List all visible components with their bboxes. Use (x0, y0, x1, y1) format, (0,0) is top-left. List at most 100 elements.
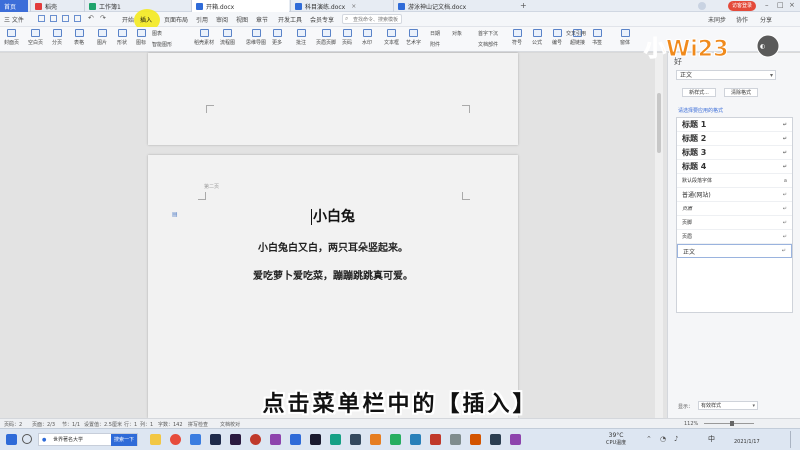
app-icon[interactable] (470, 434, 481, 445)
picture-button[interactable]: 图片 (97, 29, 107, 46)
cpu-temp-widget[interactable]: 39°C CPU温度 (606, 432, 626, 446)
page-number-button[interactable]: 页码 (342, 29, 352, 46)
style-header[interactable]: 页眉 ↵ (677, 230, 792, 244)
command-search-box[interactable]: ⌕ 查找命令、搜索模板 (342, 14, 402, 24)
style-heading-2[interactable]: 标题 2 ↵ (677, 132, 792, 146)
share-button[interactable]: 分享 (760, 15, 772, 24)
zoom-slider-thumb[interactable] (730, 421, 734, 426)
style-list[interactable]: 标题 1 ↵ 标题 2 ↵ 标题 3 ↵ 标题 4 ↵ 默认段落字体 a 普通(网站) ↵ … (676, 117, 793, 313)
media-player-icon[interactable] (250, 434, 261, 445)
status-section[interactable]: 节：1/1 (62, 421, 80, 428)
document-line-1[interactable]: 小白兔白又白，两只耳朵竖起来。 (148, 239, 518, 254)
collaborate-button[interactable]: 协作 (736, 15, 748, 24)
task-view-icon[interactable] (22, 434, 32, 444)
clear-format-button[interactable]: 清除格式 (724, 88, 758, 97)
app-icon[interactable] (430, 434, 441, 445)
file-menu[interactable]: 三 文件 (4, 15, 24, 24)
document-title[interactable]: 小白兔 (148, 206, 518, 226)
smart-art-button[interactable]: 智能图形 (152, 41, 172, 48)
menu-view[interactable]: 视图 (236, 15, 248, 24)
preview-icon[interactable] (74, 15, 81, 22)
numbering-button[interactable]: 编号 (552, 29, 562, 46)
premiere-icon[interactable] (230, 434, 241, 445)
blank-page-button[interactable]: 空白页 (28, 29, 43, 46)
status-row[interactable]: 行：1 (124, 421, 137, 428)
menu-review[interactable]: 审阅 (216, 15, 228, 24)
tab-subject-doc[interactable]: 科目演练.docx × (290, 0, 392, 12)
attachment-button[interactable]: 附件 (430, 41, 440, 48)
save-icon[interactable] (38, 15, 45, 22)
taskbar-search-button[interactable]: 搜索一下 (110, 434, 137, 446)
style-footer[interactable]: 页脚 ↵ (677, 216, 792, 230)
status-column[interactable]: 列：1 (140, 421, 153, 428)
doc-parts-button[interactable]: 文档部件 (478, 41, 498, 48)
cross-reference-button[interactable]: 交叉引用 (566, 30, 586, 37)
sync-status[interactable]: 未同步 (708, 15, 726, 24)
tab-docer[interactable]: 稻壳 (30, 0, 82, 12)
menu-page-layout[interactable]: 页面布局 (164, 15, 188, 24)
undo-icon[interactable]: ↶ (88, 14, 94, 22)
comment-button[interactable]: 批注 (296, 29, 306, 46)
app-icon[interactable] (510, 434, 521, 445)
current-style-select[interactable]: 正文 ▾ (676, 70, 776, 80)
app-icon[interactable] (410, 434, 421, 445)
start-button[interactable] (6, 434, 17, 445)
close-window-button[interactable]: × (789, 1, 795, 9)
show-desktop-button[interactable] (790, 431, 796, 448)
chrome-icon[interactable] (170, 434, 181, 445)
menu-section[interactable]: 章节 (256, 15, 268, 24)
style-default-font[interactable]: 默认段落字体 a (677, 174, 792, 188)
after-effects-icon[interactable] (270, 434, 281, 445)
status-word-count[interactable]: 字数：142 (158, 421, 183, 428)
style-normal-web[interactable]: 普通(网站) ↵ (677, 188, 792, 202)
scrollbar-thumb[interactable] (657, 93, 661, 153)
document-line-2[interactable]: 爱吃萝卜爱吃菜，蹦蹦跳跳真可爱。 (148, 267, 518, 282)
menu-developer[interactable]: 开发工具 (278, 15, 302, 24)
print-icon[interactable] (62, 15, 69, 22)
skin-icon[interactable] (698, 2, 706, 10)
chart-button[interactable]: 图表 (152, 30, 162, 37)
status-page-number[interactable]: 页码：2 (4, 421, 22, 428)
redo-icon[interactable]: ↷ (100, 14, 106, 22)
style-heading-1[interactable]: 标题 1 ↵ (677, 118, 792, 132)
style-heading-4[interactable]: 标题 4 ↵ (677, 160, 792, 174)
photoshop-icon[interactable] (210, 434, 221, 445)
document-canvas[interactable]: 第二页 ▤ 小白兔 小白兔白又白，两只耳朵竖起来。 爱吃萝卜爱吃菜，蹦蹦跳跳真可… (0, 53, 667, 418)
mind-map-button[interactable]: 思维导图 (246, 29, 266, 46)
watermark-button[interactable]: 水印 (362, 29, 372, 46)
wechat-icon[interactable] (330, 434, 341, 445)
header-footer-button[interactable]: 页眉页脚 (316, 29, 336, 46)
status-pages[interactable]: 页面：2/3 (32, 421, 55, 428)
input-language[interactable]: 中 (708, 434, 715, 444)
object-button[interactable]: 对象 (452, 30, 462, 37)
formula-button[interactable]: 公式 (532, 29, 542, 46)
style-normal[interactable]: 正文 ↵ (677, 244, 792, 258)
wps-writer-icon[interactable] (290, 434, 301, 445)
file-explorer-icon[interactable] (150, 434, 161, 445)
more-button[interactable]: 更多 (272, 29, 282, 46)
tab-kaixiang-doc[interactable]: 开箱.docx (191, 0, 289, 12)
current-page[interactable]: 第二页 ▤ 小白兔 小白兔白又白，两只耳朵竖起来。 爱吃萝卜爱吃菜，蹦蹦跳跳真可… (148, 155, 518, 418)
text-box-button[interactable]: 文本框 (384, 29, 399, 46)
tray-expand-icon[interactable]: ⌃ (646, 435, 652, 443)
volume-icon[interactable]: ♪ (674, 435, 678, 443)
word-art-button[interactable]: 艺术字 (406, 29, 421, 46)
guest-login-button[interactable]: 访客登录 (728, 1, 757, 11)
symbol-button[interactable]: 符号 (512, 29, 522, 46)
doc-check-toggle[interactable]: 文档校对 (220, 421, 240, 428)
app-icon[interactable] (390, 434, 401, 445)
form-button[interactable]: 窗体 (620, 29, 630, 46)
close-tab-icon[interactable]: × (351, 3, 356, 10)
new-tab-button[interactable]: + (520, 1, 527, 10)
app-icon[interactable] (370, 434, 381, 445)
taskbar-search-box[interactable]: ● 世界著名大学 搜索一下 (38, 433, 138, 446)
date-button[interactable]: 日期 (430, 30, 440, 37)
flowchart-button[interactable]: 流程图 (220, 29, 235, 46)
maximize-button[interactable]: □ (777, 1, 784, 9)
audition-icon[interactable] (310, 434, 321, 445)
menu-insert[interactable]: 插入 (140, 15, 152, 24)
tab-workbook[interactable]: 工作簿1 (84, 0, 190, 12)
vertical-scrollbar[interactable] (655, 53, 663, 418)
drop-cap-button[interactable]: 首字下沉 (478, 30, 498, 37)
menu-vip[interactable]: 会员专享 (310, 15, 334, 24)
